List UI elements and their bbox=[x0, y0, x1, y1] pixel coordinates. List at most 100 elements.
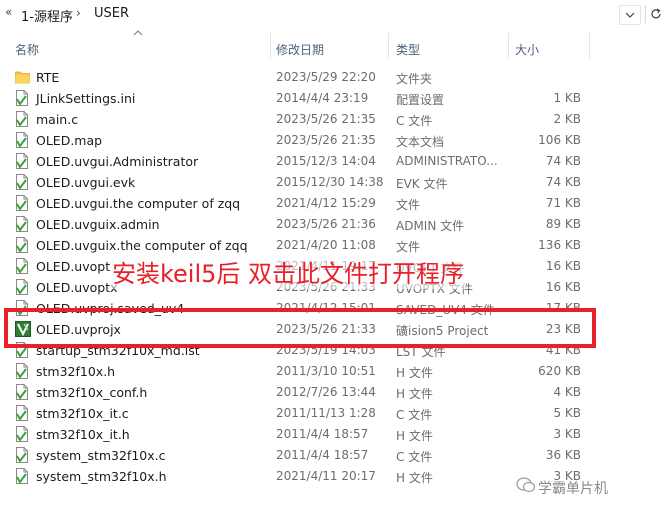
file-size: 16 KB bbox=[545, 259, 581, 273]
file-row[interactable]: OLED.uvguix.the computer of zqq 2021/4/20… bbox=[0, 234, 667, 255]
file-type: H 文件 bbox=[396, 471, 433, 485]
file-name[interactable]: main.c bbox=[36, 112, 78, 127]
file-row[interactable]: OLED.map 2023/5/26 21:35 文本文档 106 KB bbox=[0, 129, 667, 150]
file-row[interactable]: stm32f10x.h 2011/3/10 10:51 H 文件 620 KB bbox=[0, 360, 667, 381]
file-icon bbox=[15, 279, 30, 295]
file-type: EVK 文件 bbox=[396, 177, 448, 191]
file-date-modified: 2023/5/26 21:35 bbox=[276, 112, 376, 126]
file-date-modified: 2015/12/30 14:38 bbox=[276, 175, 384, 189]
file-icon bbox=[15, 258, 30, 274]
sort-ascending-icon bbox=[133, 30, 143, 36]
file-type: C 文件 bbox=[396, 450, 433, 464]
file-icon bbox=[15, 174, 30, 190]
wechat-icon bbox=[516, 477, 536, 493]
file-icon bbox=[15, 195, 30, 211]
address-bar[interactable]: « 1-源程序 › USER bbox=[0, 0, 667, 29]
file-name[interactable]: stm32f10x_conf.h bbox=[36, 385, 147, 400]
file-type: ADMINISTRATO... bbox=[396, 154, 498, 168]
file-name[interactable]: stm32f10x_it.c bbox=[36, 406, 129, 421]
file-name[interactable]: JLinkSettings.ini bbox=[36, 91, 135, 106]
file-type: C 文件 bbox=[396, 114, 433, 128]
file-date-modified: 2021/4/20 11:08 bbox=[276, 238, 376, 252]
file-row[interactable]: stm32f10x_it.c 2011/11/13 1:28 C 文件 5 KB bbox=[0, 402, 667, 423]
file-type: H 文件 bbox=[396, 366, 433, 380]
file-row[interactable]: JLinkSettings.ini 2014/4/4 23:19 配置设置 1 KB bbox=[0, 87, 667, 108]
file-name[interactable]: OLED.uvgui.the computer of zqq bbox=[36, 196, 240, 211]
file-size: 74 KB bbox=[545, 154, 581, 168]
file-row[interactable]: RTE 2023/5/29 22:20 文件夹 bbox=[0, 66, 667, 87]
file-type: 文本文档 bbox=[396, 135, 445, 149]
file-icon bbox=[15, 237, 30, 253]
file-name[interactable]: RTE bbox=[36, 70, 59, 85]
file-size: 89 KB bbox=[545, 217, 581, 231]
file-type: 文件夹 bbox=[396, 72, 433, 86]
file-row[interactable]: stm32f10x_it.h 2011/4/4 18:57 H 文件 3 KB bbox=[0, 423, 667, 444]
column-type[interactable]: 类型 bbox=[396, 41, 420, 58]
column-date-modified[interactable]: 修改日期 bbox=[276, 41, 324, 58]
c-file-icon bbox=[15, 447, 30, 463]
file-row[interactable]: OLED.uvgui.evk 2015/12/30 14:38 EVK 文件 74 K… bbox=[0, 171, 667, 192]
column-divider[interactable] bbox=[508, 33, 509, 59]
file-date-modified: 2023/5/29 22:20 bbox=[276, 70, 376, 84]
file-name[interactable]: stm32f10x.h bbox=[36, 364, 115, 379]
file-name[interactable]: OLED.uvoptx bbox=[36, 280, 118, 295]
file-type: H 文件 bbox=[396, 429, 433, 443]
file-date-modified: 2011/4/4 18:57 bbox=[276, 427, 369, 441]
file-type: 文件 bbox=[396, 240, 421, 254]
column-size[interactable]: 大小 bbox=[515, 41, 539, 58]
column-header-row: 名称 修改日期 类型 大小 bbox=[0, 29, 667, 65]
file-date-modified: 2023/5/26 21:36 bbox=[276, 217, 376, 231]
breadcrumb-source[interactable]: 1-源程序 bbox=[21, 6, 73, 25]
breadcrumb-separator-icon[interactable]: › bbox=[76, 6, 81, 20]
config-file-icon bbox=[15, 90, 30, 106]
folder-icon bbox=[15, 69, 30, 85]
file-row[interactable]: system_stm32f10x.c 2011/4/4 18:57 C 文件 36 K… bbox=[0, 444, 667, 465]
file-date-modified: 2012/7/26 13:44 bbox=[276, 385, 376, 399]
c-file-icon bbox=[15, 111, 30, 127]
file-name[interactable]: stm32f10x_it.h bbox=[36, 427, 130, 442]
file-type: 文件 bbox=[396, 198, 421, 212]
file-name[interactable]: OLED.map bbox=[36, 133, 102, 148]
file-size: 71 KB bbox=[545, 196, 581, 210]
file-size: 2 KB bbox=[553, 112, 581, 126]
breadcrumb-user[interactable]: USER bbox=[94, 6, 129, 21]
file-icon bbox=[15, 216, 30, 232]
file-name[interactable]: OLED.uvgui.evk bbox=[36, 175, 135, 190]
file-type: ADMIN 文件 bbox=[396, 219, 465, 233]
h-file-icon bbox=[15, 426, 30, 442]
file-date-modified: 2011/4/4 18:57 bbox=[276, 448, 369, 462]
refresh-button[interactable] bbox=[645, 5, 666, 23]
chevron-down-icon bbox=[625, 12, 635, 18]
file-row[interactable]: OLED.uvguix.admin 2023/5/26 21:36 ADMIN 文件… bbox=[0, 213, 667, 234]
c-file-icon bbox=[15, 405, 30, 421]
file-size: 5 KB bbox=[553, 406, 581, 420]
file-size: 1 KB bbox=[553, 91, 581, 105]
file-size: 74 KB bbox=[545, 175, 581, 189]
file-row[interactable]: main.c 2023/5/26 21:35 C 文件 2 KB bbox=[0, 108, 667, 129]
column-divider[interactable] bbox=[388, 33, 389, 59]
h-file-icon bbox=[15, 363, 30, 379]
file-name[interactable]: OLED.uvguix.the computer of zqq bbox=[36, 238, 248, 253]
file-date-modified: 2021/4/11 20:17 bbox=[276, 469, 376, 483]
file-name[interactable]: OLED.uvopt bbox=[36, 259, 110, 274]
file-name[interactable]: system_stm32f10x.h bbox=[36, 469, 167, 484]
overflow-chevron-icon[interactable]: « bbox=[5, 5, 12, 19]
file-size: 16 KB bbox=[545, 280, 581, 294]
file-size: 3 KB bbox=[553, 427, 581, 441]
file-date-modified: 2023/5/26 21:35 bbox=[276, 133, 376, 147]
h-file-icon bbox=[15, 468, 30, 484]
file-name[interactable]: OLED.uvguix.admin bbox=[36, 217, 160, 232]
column-divider[interactable] bbox=[589, 33, 590, 59]
file-date-modified: 2011/3/10 10:51 bbox=[276, 364, 376, 378]
file-row[interactable]: OLED.uvgui.the computer of zqq 2021/4/12 … bbox=[0, 192, 667, 213]
watermark: 学霸单片机 bbox=[538, 481, 608, 497]
column-divider[interactable] bbox=[270, 33, 271, 59]
file-row[interactable]: stm32f10x_conf.h 2012/7/26 13:44 H 文件 4 KB bbox=[0, 381, 667, 402]
file-size: 620 KB bbox=[538, 364, 581, 378]
address-dropdown-button[interactable] bbox=[619, 5, 641, 25]
file-name[interactable]: system_stm32f10x.c bbox=[36, 448, 166, 463]
file-date-modified: 2015/12/3 14:04 bbox=[276, 154, 376, 168]
file-row[interactable]: OLED.uvgui.Administrator 2015/12/3 14:04 A… bbox=[0, 150, 667, 171]
column-name[interactable]: 名称 bbox=[15, 41, 39, 58]
file-name[interactable]: OLED.uvgui.Administrator bbox=[36, 154, 198, 169]
